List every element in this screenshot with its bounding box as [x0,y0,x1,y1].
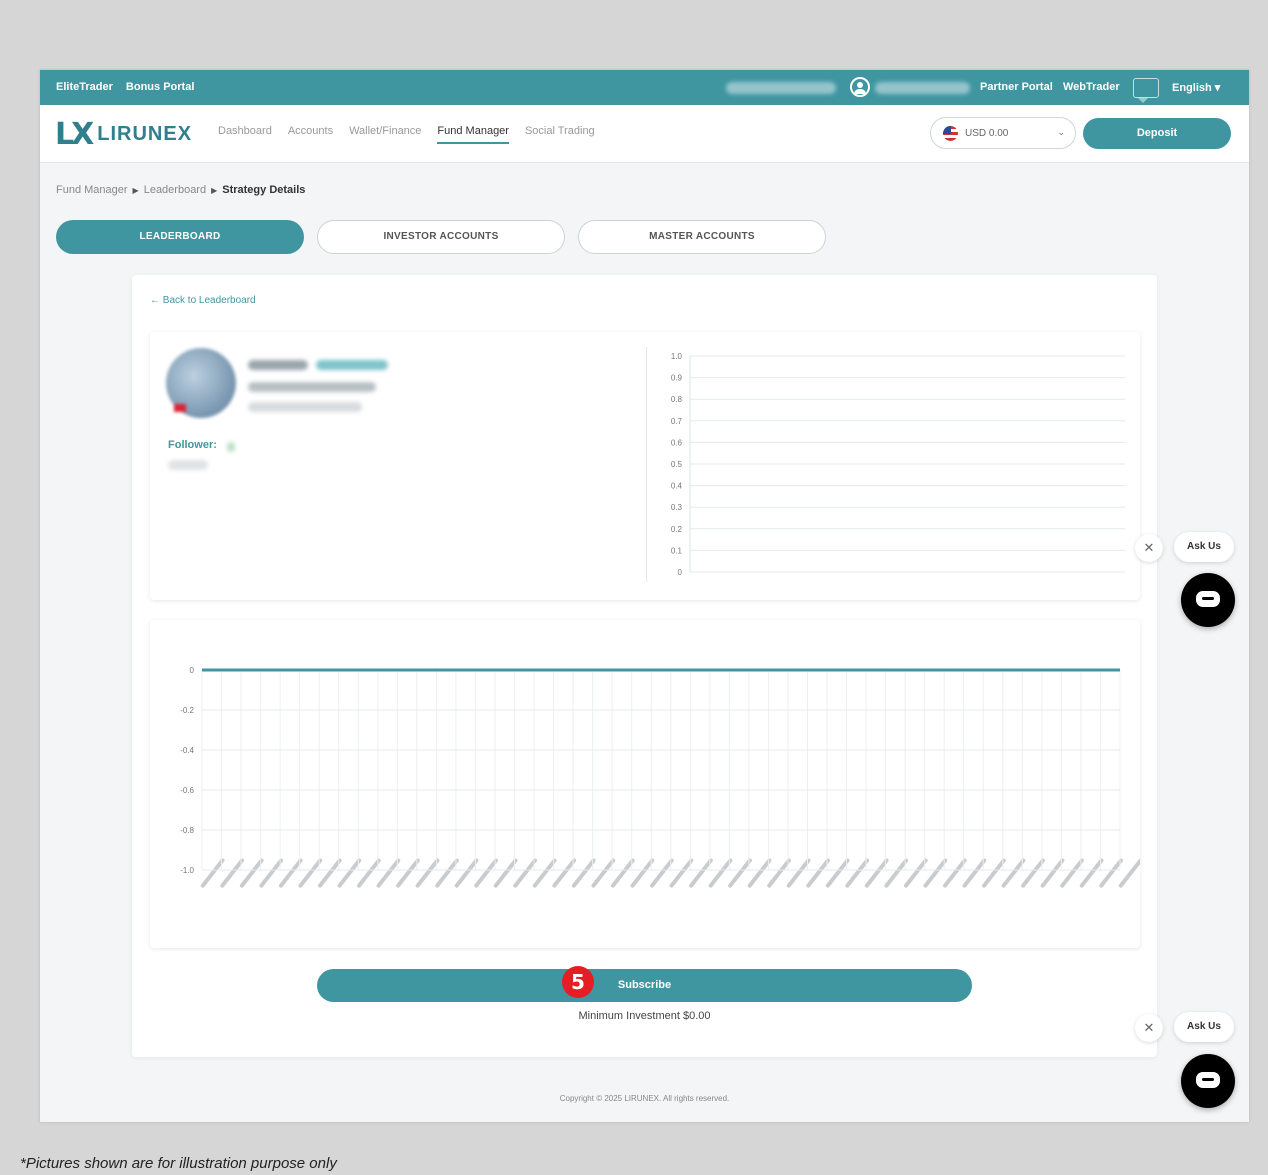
upper-chart: 1.0 0.9 0.8 0.7 0.6 0.5 0.4 0.3 0.2 0.1 0 [671,352,1125,577]
nav-wallet-finance[interactable]: Wallet/Finance [349,125,421,144]
minimum-investment: Minimum Investment $0.00 [578,1010,711,1022]
y-tick-label: 0 [190,666,195,675]
y-tick-label: 0.8 [671,395,683,404]
tab-investor-accounts[interactable]: INVESTOR ACCOUNTS [317,220,565,254]
y-tick-label: 0.7 [671,417,683,426]
y-tick-label: -1.0 [180,866,194,875]
tab-leaderboard[interactable]: LEADERBOARD [56,220,304,254]
back-to-leaderboard-link[interactable]: ← Back to Leaderboard [150,295,256,306]
main-nav: LX LIRUNEX Dashboard Accounts Wallet/Fin… [40,105,1249,163]
elitetrader-link[interactable]: EliteTrader [56,81,113,93]
nav-menu: Dashboard Accounts Wallet/Finance Fund M… [218,125,595,144]
nav-accounts[interactable]: Accounts [288,125,333,144]
disclaimer: *Pictures shown are for illustration pur… [20,1155,337,1172]
top-bar: EliteTrader Bonus Portal Partner Portal … [40,70,1249,105]
breadcrumb-current: Strategy Details [222,184,306,196]
deposit-button[interactable]: Deposit [1083,118,1231,149]
y-tick-label: -0.2 [180,706,194,715]
currency-selector[interactable]: USD 0.00 ⌄ [930,117,1076,149]
browser-frame: EliteTrader Bonus Portal Partner Portal … [40,70,1249,1122]
breadcrumb: Fund Manager ▶ Leaderboard ▶ Strategy Detail… [56,184,305,196]
tab-master-accounts[interactable]: MASTER ACCOUNTS [578,220,826,254]
username-blurred [875,82,970,94]
ask-us-label[interactable]: Ask Us [1174,1012,1234,1042]
nav-dashboard[interactable]: Dashboard [218,125,272,144]
y-tick-label: 0.4 [671,482,683,491]
bonus-portal-link[interactable]: Bonus Portal [126,81,194,93]
user-icon[interactable] [850,77,870,97]
y-tick-label: 0.9 [671,374,683,383]
y-tick-label: 0.6 [671,438,683,447]
performance-chart: 0 -0.2 -0.4 -0.6 -0.8 -1.0 [180,666,1140,888]
breadcrumb-fund-manager[interactable]: Fund Manager [56,184,128,196]
strategy-profile-panel: Follower: 1.0 0.9 0.8 0.7 0.6 0.5 0.4 0.3 0.2 0.1… [150,332,1140,600]
us-flag-icon [943,126,958,141]
message-icon[interactable] [1133,78,1159,103]
breadcrumb-leaderboard[interactable]: Leaderboard [144,184,206,196]
y-tick-label: -0.4 [180,746,194,755]
y-tick-label: 0 [678,568,683,577]
copyright: Copyright © 2025 LIRUNEX. All rights res… [559,1094,730,1103]
chat-icon[interactable] [1181,573,1235,627]
partner-portal-link[interactable]: Partner Portal [980,81,1053,93]
nav-fund-manager[interactable]: Fund Manager [437,125,509,144]
step-badge: 5 [562,966,594,998]
breadcrumb-arrow-icon: ▶ [211,186,218,195]
strategy-card: ← Back to Leaderboard Follower: 1.0 0.9 0.… [132,275,1157,1057]
ask-us-label[interactable]: Ask Us [1174,532,1234,562]
y-tick-label: -0.8 [180,826,194,835]
y-tick-label: -0.6 [180,786,194,795]
chat-icon[interactable] [1181,1054,1235,1108]
ask-us-close-icon[interactable]: ✕ [1135,534,1163,562]
y-tick-label: 1.0 [671,352,683,361]
lirunex-logo[interactable]: LX LIRUNEX [55,117,192,152]
subscribe-button[interactable]: Subscribe [317,969,972,1002]
logo-text: LIRUNEX [97,123,193,145]
performance-chart-panel: 0 -0.2 -0.4 -0.6 -0.8 -1.0 [150,620,1140,948]
chevron-down-icon: ⌄ [1057,127,1065,137]
ask-us-close-icon[interactable]: ✕ [1135,1014,1163,1042]
y-tick-label: 0.1 [671,546,683,555]
webtrader-link[interactable]: WebTrader [1063,81,1120,93]
logo-mark: LX [55,117,94,152]
currency-value: USD 0.00 [965,128,1009,139]
breadcrumb-arrow-icon: ▶ [132,186,139,195]
y-tick-label: 0.5 [671,460,683,469]
y-tick-label: 0.3 [671,503,683,512]
language-selector[interactable]: English ▾ [1172,81,1220,94]
account-number-blurred [726,82,836,94]
nav-social-trading[interactable]: Social Trading [525,125,595,144]
y-tick-label: 0.2 [671,525,683,534]
